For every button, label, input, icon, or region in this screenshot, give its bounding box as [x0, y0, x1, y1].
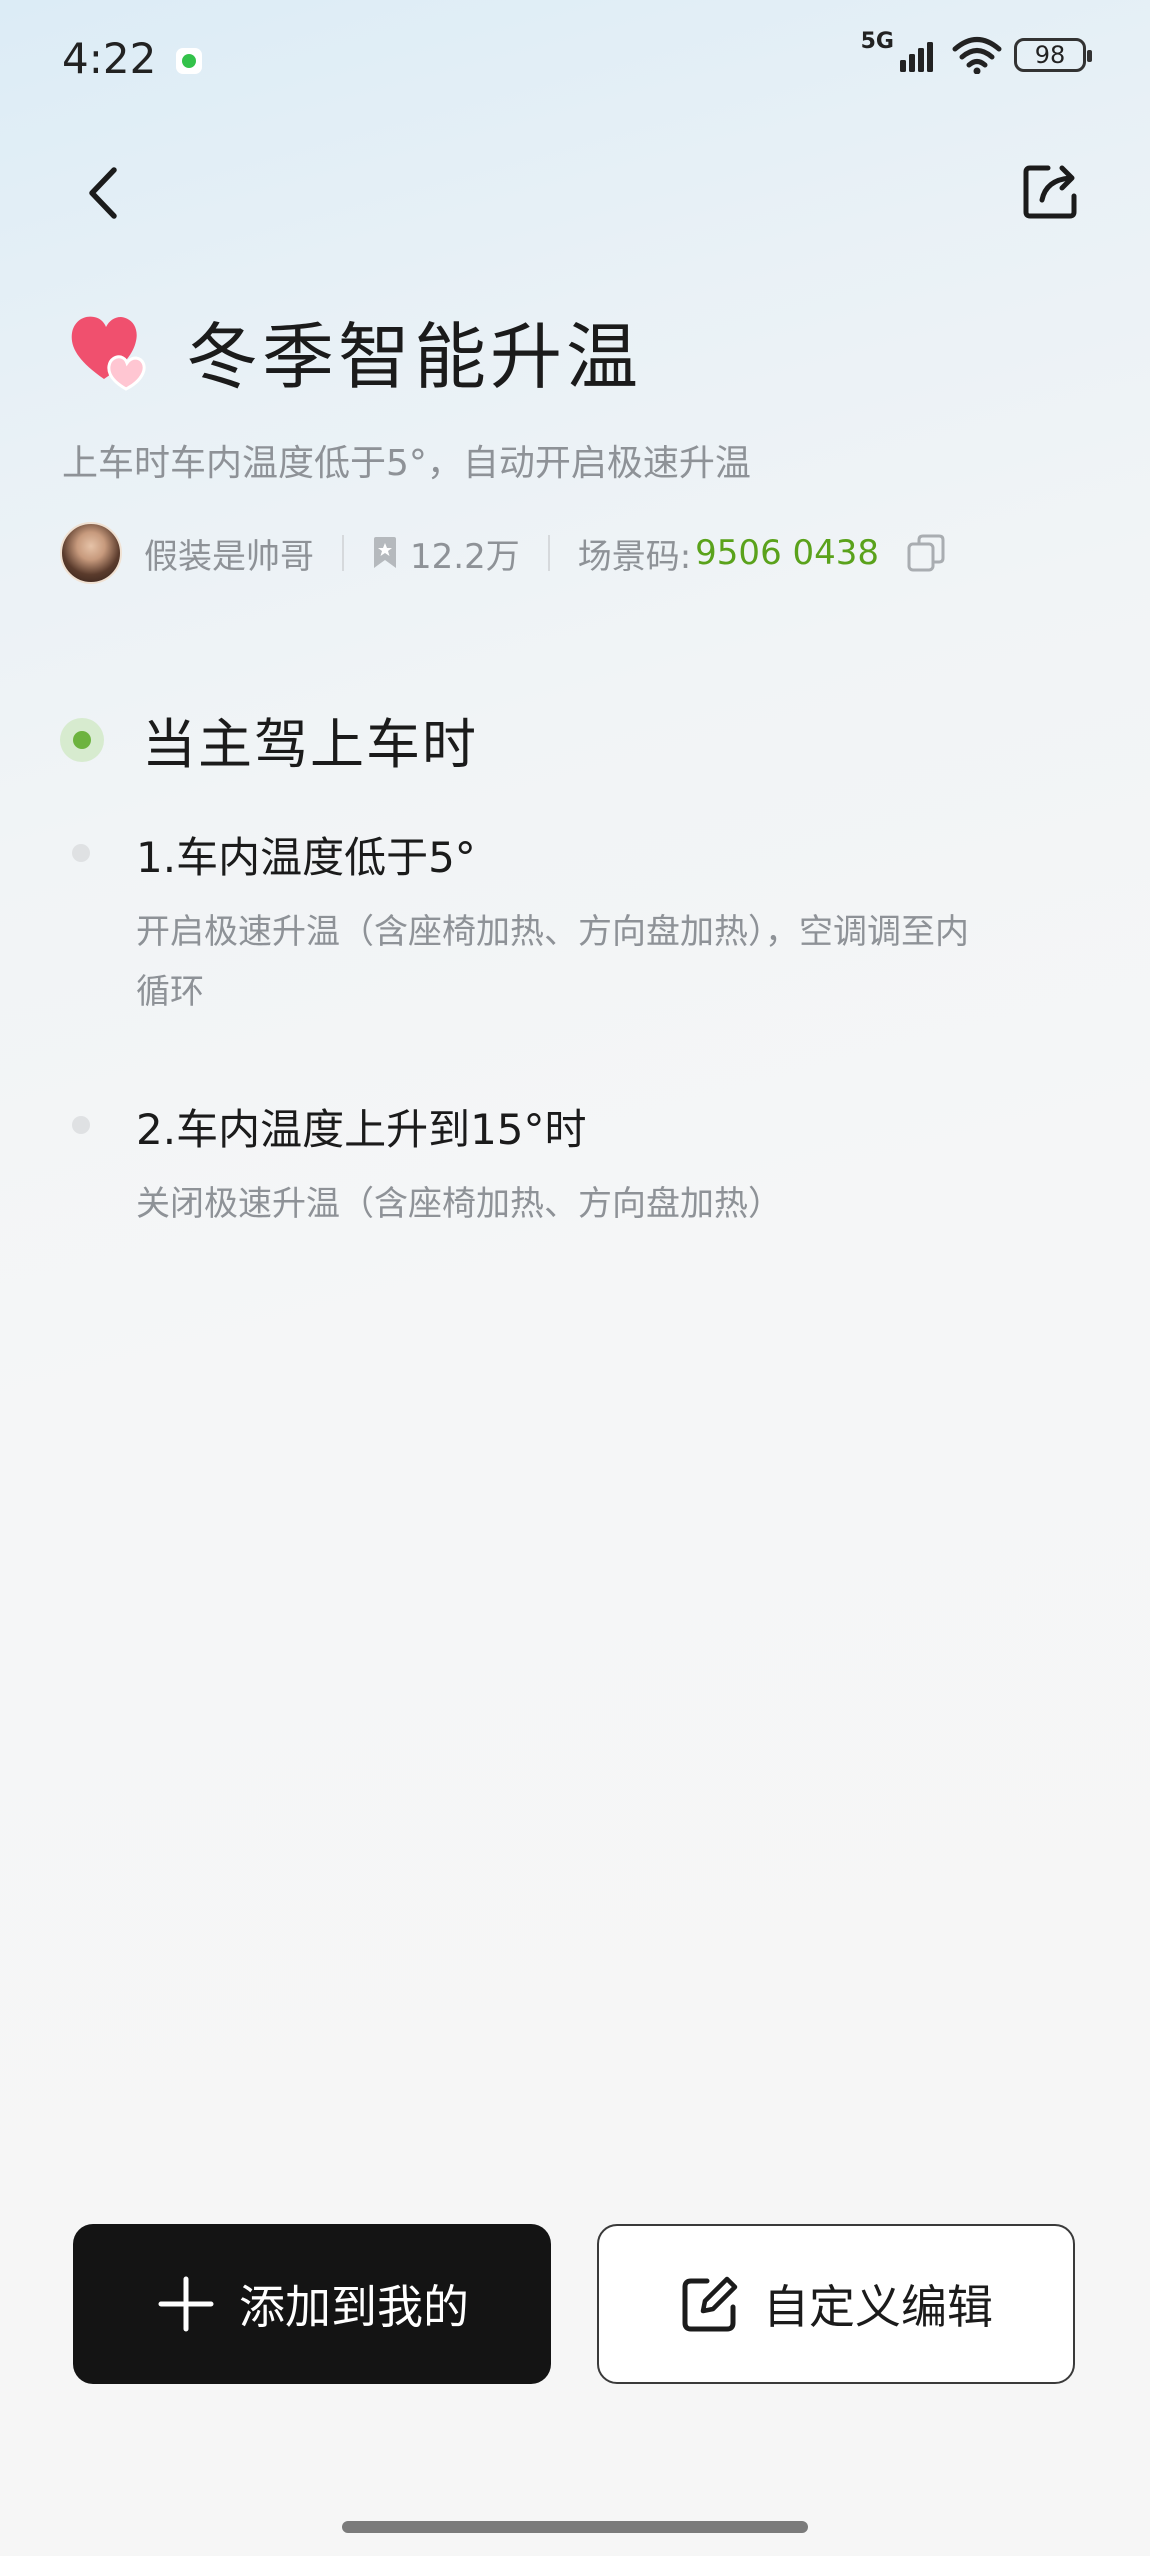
- step-dot-icon: [72, 844, 90, 862]
- scene-code-label: 场景码:: [577, 536, 692, 577]
- step-description: 关闭极速升温（含座椅加热、方向盘加热）: [136, 1184, 782, 1224]
- author-name[interactable]: 假装是帅哥: [144, 529, 314, 578]
- page-title: 冬季智能升温: [186, 315, 643, 399]
- share-button[interactable]: [1018, 158, 1084, 224]
- plus-icon: [158, 2276, 214, 2332]
- add-to-mine-button[interactable]: 添加到我的: [73, 2224, 551, 2384]
- step-title: 1.车内温度低于5°: [136, 833, 476, 882]
- step-title: 2.车内温度上升到15°时: [136, 1105, 587, 1154]
- chevron-left-icon: [89, 167, 117, 219]
- wifi-icon: [952, 37, 1002, 74]
- trigger-row: 当主驾上车时: [60, 700, 478, 779]
- signal-icon: [900, 42, 933, 72]
- status-time: 4:22: [62, 34, 157, 83]
- home-indicator[interactable]: [342, 2521, 808, 2533]
- trigger-title: 当主驾上车时: [142, 713, 478, 776]
- page-subtitle: 上车时车内温度低于5°，自动开启极速升温: [62, 443, 751, 484]
- add-to-mine-label: 添加到我的: [239, 2280, 469, 2334]
- status-indicators: 5G 98: [861, 29, 1092, 74]
- status-bar: 4:22 5G 98: [0, 0, 1150, 120]
- custom-edit-button[interactable]: 自定义编辑: [597, 2224, 1075, 2384]
- copy-icon[interactable]: [905, 532, 947, 574]
- step-dot-icon: [72, 1116, 90, 1134]
- heart-icon: [71, 316, 146, 391]
- app-notification-icon: [176, 48, 202, 74]
- divider: [342, 535, 344, 571]
- bookmark-icon: [374, 537, 396, 568]
- back-button[interactable]: [76, 158, 136, 228]
- edit-icon: [682, 2276, 738, 2332]
- title-row: 冬季智能升温: [68, 298, 642, 403]
- save-count: 12.2万: [410, 536, 520, 577]
- battery-icon: 98: [1014, 38, 1092, 72]
- step-description: 循环: [136, 972, 204, 1012]
- meta-row: 假装是帅哥 12.2万 场景码: 9506 0438: [60, 520, 947, 586]
- avatar[interactable]: [60, 522, 122, 584]
- scene-code-value: 9506 0438: [695, 533, 880, 573]
- divider: [547, 535, 550, 571]
- custom-edit-label: 自定义编辑: [763, 2280, 993, 2334]
- trigger-dot-icon: [60, 717, 104, 762]
- step-description: 开启极速升温（含座椅加热、方向盘加热），空调调至内: [136, 912, 969, 952]
- share-icon: [1023, 165, 1077, 219]
- network-type: 5G: [860, 28, 894, 54]
